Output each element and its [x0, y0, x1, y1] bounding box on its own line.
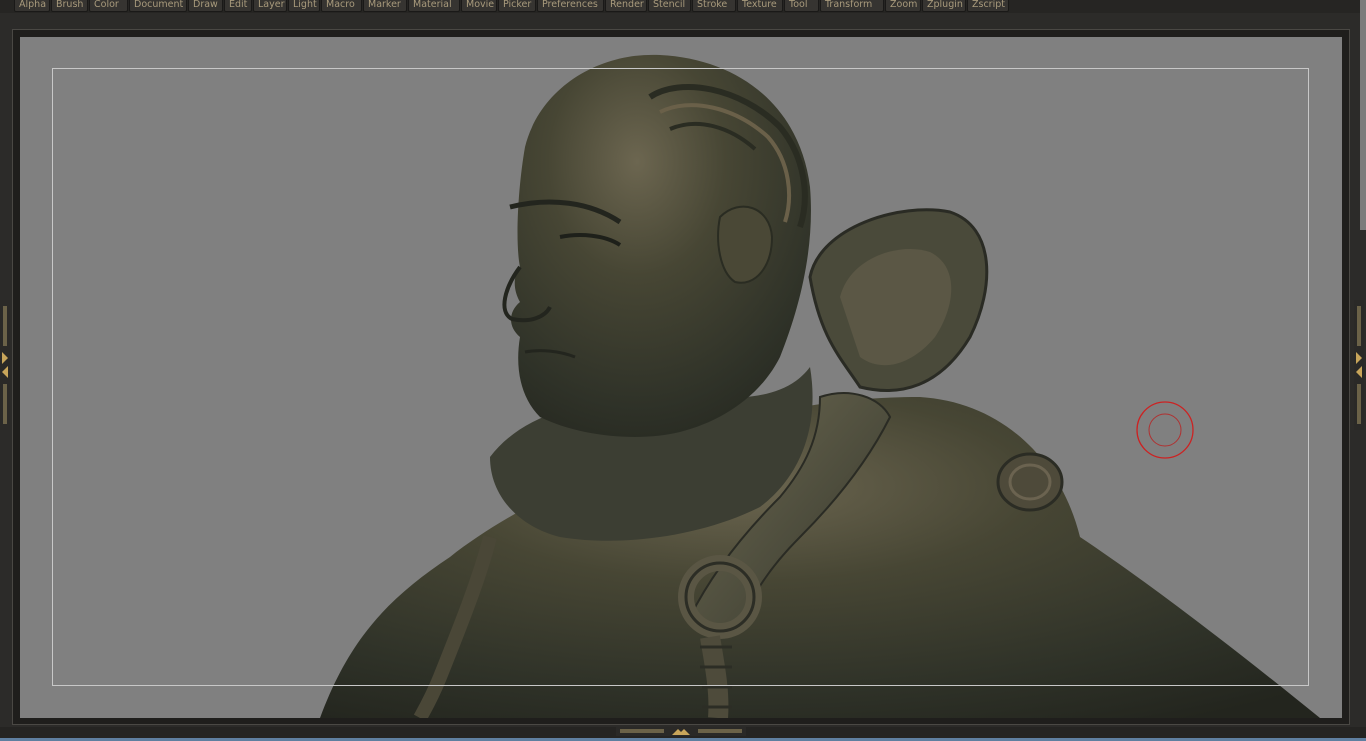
menu-transform[interactable]: Transform	[820, 0, 884, 12]
menu-alpha[interactable]: Alpha	[14, 0, 50, 12]
brush-cursor-icon	[1136, 401, 1194, 459]
menu-zoom[interactable]: Zoom	[885, 0, 921, 12]
menu-layer[interactable]: Layer	[253, 0, 287, 12]
expand-right-tray-icon[interactable]	[1354, 300, 1364, 430]
menu-macro[interactable]: Macro	[321, 0, 362, 12]
menu-render[interactable]: Render	[605, 0, 647, 12]
expand-bottom-tray-icon[interactable]	[616, 727, 746, 736]
menu-stencil[interactable]: Stencil	[648, 0, 691, 12]
main-menu-bar: Alpha Brush Color Document Draw Edit Lay…	[0, 0, 1366, 13]
menu-preferences[interactable]: Preferences	[537, 0, 604, 12]
menu-stroke[interactable]: Stroke	[692, 0, 736, 12]
menu-edit[interactable]: Edit	[224, 0, 252, 12]
right-scrollbar[interactable]	[1360, 0, 1366, 230]
menu-picker[interactable]: Picker	[498, 0, 536, 12]
document-canvas[interactable]	[20, 37, 1342, 718]
safe-frame-guide	[52, 68, 1309, 686]
menu-movie[interactable]: Movie	[461, 0, 497, 12]
menu-zscript[interactable]: Zscript	[967, 0, 1009, 12]
expand-left-tray-icon[interactable]	[0, 300, 10, 430]
menu-draw[interactable]: Draw	[188, 0, 223, 12]
menu-marker[interactable]: Marker	[363, 0, 407, 12]
menu-document[interactable]: Document	[129, 0, 187, 12]
menu-tool[interactable]: Tool	[784, 0, 819, 12]
menu-zplugin[interactable]: Zplugin	[922, 0, 966, 12]
menu-brush[interactable]: Brush	[51, 0, 88, 12]
menu-texture[interactable]: Texture	[737, 0, 783, 12]
menu-light[interactable]: Light	[288, 0, 320, 12]
menu-material[interactable]: Material	[408, 0, 460, 12]
menu-color[interactable]: Color	[89, 0, 128, 12]
